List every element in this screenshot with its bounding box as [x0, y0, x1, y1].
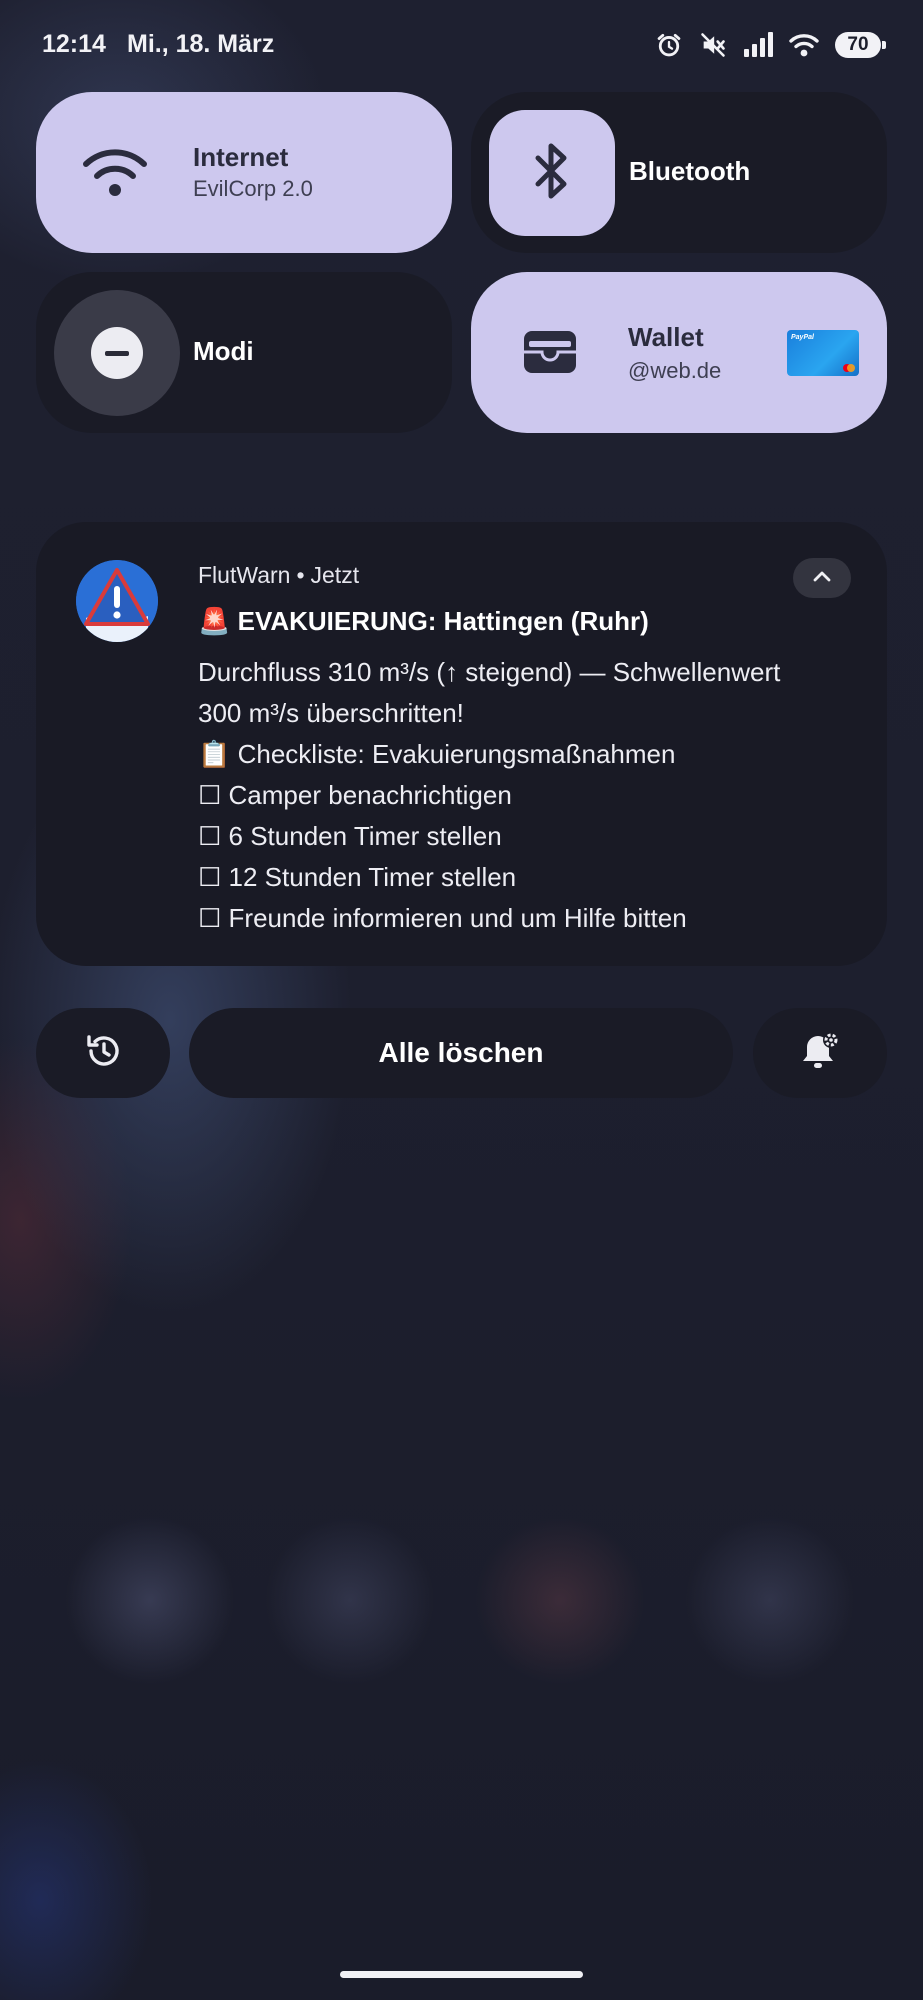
bluetooth-tile-title: Bluetooth: [629, 156, 751, 186]
battery-icon: 70: [835, 32, 886, 58]
chevron-up-icon: [813, 569, 831, 587]
bell-settings-icon: [799, 1030, 841, 1077]
internet-tile-subtitle: EvilCorp 2.0: [193, 176, 313, 201]
notification-header: FlutWarn • Jetzt: [198, 562, 359, 589]
notification-app-name: FlutWarn: [198, 562, 291, 588]
notification-body-line: 300 m³/s überschritten!: [198, 698, 464, 728]
notification-body: Durchfluss 310 m³/s (↑ steigend) — Schwe…: [198, 652, 858, 939]
bluetooth-icon: [532, 142, 572, 205]
mute-icon: [699, 31, 727, 59]
wallet-tile[interactable]: Wallet @web.de PayPal: [471, 272, 887, 433]
notification-settings-button[interactable]: [753, 1008, 887, 1098]
bluetooth-toggle[interactable]: [489, 110, 615, 236]
modes-tile[interactable]: Modi: [36, 272, 452, 433]
history-icon: [83, 1031, 123, 1076]
checklist-item: ☐ Freunde informieren und um Hilfe bitte…: [198, 903, 687, 933]
notification-body-line: 📋 Checkliste: Evakuierungsmaßnahmen: [198, 739, 676, 769]
wallet-icon: [523, 330, 577, 379]
notification-card[interactable]: FlutWarn • Jetzt 🚨 EVAKUIERUNG: Hattingen …: [36, 522, 887, 966]
checklist-item: ☐ 12 Stunden Timer stellen: [198, 862, 517, 892]
clear-all-button[interactable]: Alle löschen: [189, 1008, 733, 1098]
notification-history-button[interactable]: [36, 1008, 170, 1098]
do-not-disturb-icon: [91, 327, 143, 379]
checklist-item: ☐ Camper benachrichtigen: [198, 780, 512, 810]
wifi-icon: [82, 146, 148, 203]
collapse-button[interactable]: [793, 558, 851, 598]
signal-icon: [743, 32, 773, 58]
status-icons: 70: [655, 28, 886, 62]
home-gesture-bar[interactable]: [340, 1971, 583, 1978]
internet-tile[interactable]: Internet EvilCorp 2.0: [36, 92, 452, 253]
paypal-card-image: PayPal: [787, 330, 859, 376]
notification-body-line: Durchfluss 310 m³/s (↑ steigend) — Schwe…: [198, 657, 781, 687]
notification-time: Jetzt: [310, 562, 360, 588]
notification-title: 🚨 EVAKUIERUNG: Hattingen (Ruhr): [198, 606, 649, 636]
bluetooth-tile[interactable]: Bluetooth: [471, 92, 887, 253]
wallet-tile-title: Wallet: [628, 322, 704, 352]
status-bar: 12:14 Mi., 18. März 70: [0, 0, 923, 88]
wallet-tile-subtitle: @web.de: [628, 358, 722, 383]
internet-tile-title: Internet: [193, 142, 289, 172]
header-separator: •: [296, 562, 305, 588]
mastercard-icon: [843, 364, 855, 372]
status-date: Mi., 18. März: [127, 30, 275, 58]
modes-tile-title: Modi: [193, 336, 254, 366]
paypal-logo-text: PayPal: [791, 334, 814, 341]
app-icon-warning: [76, 560, 158, 642]
checklist-item: ☐ 6 Stunden Timer stellen: [198, 821, 502, 851]
status-time: 12:14: [42, 30, 106, 58]
wifi-icon: [789, 32, 819, 58]
alarm-icon: [655, 31, 683, 59]
modes-toggle[interactable]: [54, 290, 180, 416]
